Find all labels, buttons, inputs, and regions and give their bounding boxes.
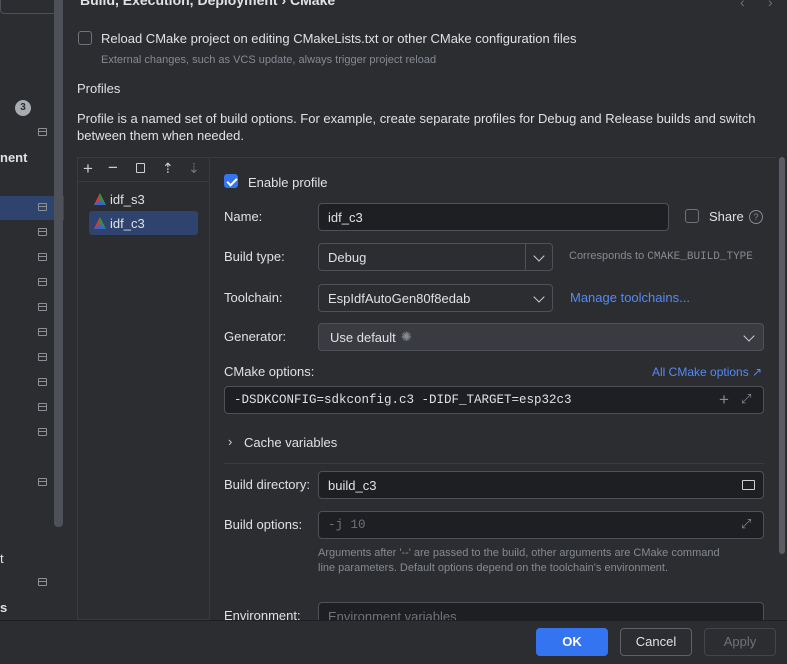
project-settings-icon (38, 203, 47, 211)
apply-button[interactable]: Apply (704, 628, 776, 656)
project-settings-icon (38, 378, 47, 386)
profiles-section-title: Profiles (77, 81, 121, 96)
environment-input[interactable]: Environment variables (318, 602, 764, 620)
chevron-down-icon[interactable] (533, 250, 545, 262)
copy-profile-icon[interactable] (136, 163, 145, 173)
build-type-hint-prefix: Corresponds to (569, 250, 648, 262)
build-type-hint-code: CMAKE_BUILD_TYPE (647, 251, 753, 263)
cmake-logo-icon (94, 193, 106, 205)
forward-arrow-icon[interactable]: › (768, 0, 773, 10)
name-input[interactable]: idf_c3 (318, 203, 669, 231)
build-directory-input[interactable]: build_c3 (318, 471, 764, 499)
cmake-logo-icon (94, 217, 106, 229)
enable-profile-checkbox[interactable] (224, 174, 238, 188)
build-type-value: Debug (328, 250, 367, 265)
build-options-label: Build options: (224, 517, 303, 532)
cache-variables-toggle[interactable]: Cache variables (244, 435, 337, 450)
environment-placeholder: Environment variables (328, 609, 457, 620)
profile-item-label: idf_c3 (110, 216, 145, 231)
all-cmake-options-link[interactable]: All CMake options ↗ (652, 365, 762, 379)
share-label[interactable]: Share (709, 209, 744, 224)
project-settings-icon (38, 128, 47, 136)
move-up-icon[interactable]: ⇡ (162, 160, 174, 177)
section-divider (224, 463, 764, 464)
cmake-options-input[interactable]: -DSDKCONFIG=sdkconfig.c3 -DIDF_TARGET=es… (224, 386, 764, 414)
build-options-hint: Arguments after '--' are passed to the b… (318, 547, 720, 574)
enable-profile-label[interactable]: Enable profile (248, 175, 328, 190)
settings-tree: 3 nent t s (0, 0, 66, 663)
environment-row-clip: Environment: Environment variables (211, 600, 776, 620)
manage-toolchains-link[interactable]: Manage toolchains... (570, 290, 690, 305)
build-options-input[interactable]: -j 10 ⤢ (318, 511, 764, 539)
project-settings-icon (38, 303, 47, 311)
toolchain-value: EspIdfAutoGen80f8edab (328, 291, 471, 306)
build-options-placeholder: -j 10 (328, 518, 366, 532)
project-settings-icon (38, 403, 47, 411)
project-settings-icon (38, 578, 47, 586)
profile-item-idf-s3[interactable]: idf_s3 (89, 187, 198, 211)
reload-cmake-checkbox[interactable] (78, 31, 92, 45)
tree-label-partial[interactable]: t (0, 551, 4, 566)
build-type-hint: Corresponds to CMAKE_BUILD_TYPE (569, 250, 753, 263)
tree-label-partial-2[interactable]: s (0, 600, 7, 615)
expand-icon[interactable]: ⤢ (741, 391, 751, 407)
cmake-options-value: -DSDKCONFIG=sdkconfig.c3 -DIDF_TARGET=es… (234, 393, 572, 407)
generator-label: Generator: (224, 329, 287, 344)
name-input-value: idf_c3 (328, 210, 363, 225)
loading-spinner-icon: ✺ (401, 329, 412, 344)
generator-dropdown[interactable]: Use default ✺ (318, 323, 764, 351)
move-down-icon[interactable]: ⇣ (188, 160, 200, 177)
toolchain-label: Toolchain: (224, 290, 283, 305)
project-settings-icon (38, 353, 47, 361)
cancel-button[interactable]: Cancel (620, 628, 692, 656)
add-profile-icon[interactable]: + (83, 159, 93, 179)
project-settings-icon (38, 278, 47, 286)
project-settings-icon (38, 328, 47, 336)
breadcrumb: Build, Execution, Deployment › CMake (80, 0, 336, 8)
build-directory-value: build_c3 (328, 478, 377, 493)
toolchain-dropdown[interactable]: EspIdfAutoGen80f8edab (318, 284, 553, 312)
settings-search-input[interactable] (0, 0, 57, 14)
build-type-dropdown[interactable]: Debug (318, 243, 553, 271)
add-option-icon[interactable]: + (719, 390, 729, 410)
tree-label-deployment[interactable]: nent (0, 150, 27, 165)
project-settings-icon (38, 253, 47, 261)
help-icon[interactable]: ? (749, 210, 763, 224)
list-toolbar-divider (78, 181, 209, 182)
cmake-options-label: CMake options: (224, 364, 315, 379)
ok-button[interactable]: OK (536, 628, 608, 656)
remove-profile-icon[interactable]: − (108, 158, 118, 178)
project-settings-icon (38, 228, 47, 236)
chevron-down-icon[interactable] (533, 291, 545, 303)
chevron-right-icon[interactable]: › (228, 434, 232, 449)
reload-cmake-label[interactable]: Reload CMake project on editing CMakeLis… (101, 31, 576, 46)
sidebar-scrollbar[interactable] (54, 0, 63, 527)
build-directory-label: Build directory: (224, 477, 310, 492)
back-arrow-icon[interactable]: ‹ (740, 0, 745, 10)
project-settings-icon (38, 428, 47, 436)
generator-value: Use default (330, 330, 396, 345)
count-badge: 3 (15, 100, 31, 116)
name-label: Name: (224, 209, 263, 224)
chevron-down-icon[interactable] (743, 330, 755, 342)
dropdown-divider (525, 244, 526, 270)
profile-item-label: idf_s3 (110, 192, 145, 207)
profiles-description: Profile is a named set of build options.… (77, 111, 756, 143)
profile-item-idf-c3[interactable]: idf_c3 (89, 211, 198, 235)
expand-icon[interactable]: ⤢ (741, 516, 751, 532)
reload-cmake-hint: External changes, such as VCS update, al… (101, 54, 437, 66)
environment-label: Environment: (224, 608, 301, 620)
share-checkbox[interactable] (685, 209, 699, 223)
build-type-label: Build type: (224, 249, 285, 264)
details-scrollbar[interactable] (779, 157, 785, 554)
folder-icon[interactable] (742, 480, 755, 490)
project-settings-icon (38, 478, 47, 486)
